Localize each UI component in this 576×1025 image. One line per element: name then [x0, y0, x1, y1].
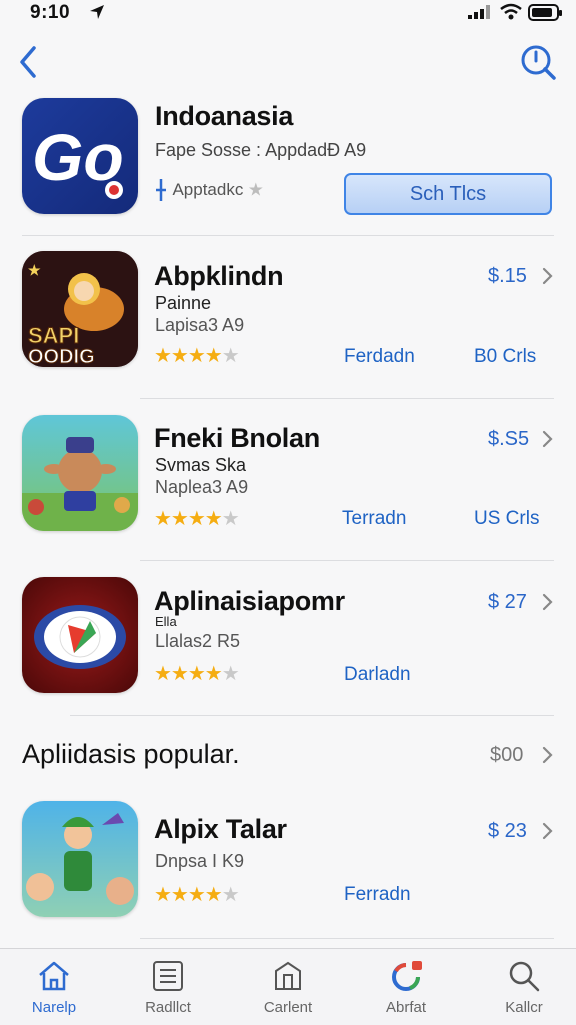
- goblin-character-icon: [22, 437, 138, 531]
- divider: [140, 398, 554, 399]
- chevron-left-icon: [20, 46, 36, 78]
- svg-text:SAPI: SAPI: [28, 323, 79, 348]
- game-character-icon: SAPI OODIG ★: [22, 251, 138, 367]
- app-meta: Lapisa3 A9: [155, 315, 245, 335]
- featured-app-icon: Go: [22, 98, 138, 214]
- star-rating: ★★★★★: [154, 508, 240, 530]
- app-price: $.S5: [488, 428, 530, 450]
- location-arrow-icon: [90, 5, 104, 19]
- chevron-right-icon: [542, 267, 553, 285]
- tab-radllct[interactable]: Radllct: [118, 949, 218, 1025]
- section-value: $00: [490, 744, 524, 766]
- star-rating: ★★★★★: [154, 345, 240, 367]
- app-title: Alpix Talar: [154, 814, 287, 844]
- developer-row: Apptadkc ★: [154, 177, 264, 203]
- app-subtitle: Ella: [155, 614, 177, 629]
- featured-app-subtitle: Fape Sosse : AppdadĐ A9: [155, 140, 367, 160]
- play-logo-icon: [34, 605, 126, 669]
- go-logo-icon: Go: [32, 120, 124, 199]
- tab-label: Radllct: [145, 999, 191, 1016]
- app-subtitle: Svmas Ska: [155, 455, 247, 475]
- download-link[interactable]: Ferdadn: [344, 346, 415, 368]
- navigation-bar: [0, 36, 576, 86]
- tab-label: Narelp: [31, 999, 77, 1016]
- home-icon: [39, 961, 69, 991]
- chevron-right-icon: [542, 746, 553, 764]
- app-meta: Naplea3 A9: [155, 477, 249, 497]
- star-icon: ★: [247, 179, 264, 200]
- star-rating: ★★★★★: [154, 663, 240, 685]
- chevron-right-icon: [542, 593, 553, 611]
- popular-app-icon: [22, 801, 138, 917]
- app-title: Aplinaisiapomr: [154, 586, 345, 616]
- get-button[interactable]: Sch Tlcs: [344, 173, 552, 215]
- app-icon-3: [22, 577, 138, 693]
- price-link[interactable]: B0 Crls: [474, 346, 536, 368]
- search-icon: [521, 45, 556, 80]
- status-time: 9:10: [30, 2, 71, 23]
- divider: [70, 715, 554, 716]
- app-price: $ 23: [488, 820, 527, 842]
- app-title: Fneki Bnolan: [154, 423, 320, 453]
- chevron-right-icon: [542, 430, 553, 448]
- chevron-right-icon: [542, 822, 553, 840]
- search-icon: [509, 961, 540, 992]
- section-title: Apliidasis popular.: [22, 739, 240, 769]
- tab-bar: Narelp Radllct Carlent Abrfat Kallcr: [0, 948, 576, 1025]
- featured-app-title: Indoanasia: [155, 101, 294, 131]
- tab-label: Kallcr: [505, 999, 543, 1016]
- tab-carlent[interactable]: Carlent: [238, 949, 338, 1025]
- tab-label: Abrfat: [385, 999, 427, 1016]
- tab-abrfat[interactable]: Abrfat: [356, 949, 456, 1025]
- app-price: $.15: [488, 265, 527, 287]
- tab-label: Carlent: [263, 999, 313, 1016]
- price-link[interactable]: US Crls: [474, 508, 539, 530]
- search-button[interactable]: [518, 42, 558, 82]
- list-icon: [153, 961, 183, 991]
- battery-icon: [528, 4, 562, 21]
- app-icon-2: [22, 415, 138, 531]
- app-subtitle: Painne: [155, 293, 212, 313]
- svg-text:★: ★: [28, 262, 41, 278]
- star-rating: ★★★★★: [154, 884, 240, 906]
- download-link[interactable]: Ferradn: [344, 884, 411, 906]
- download-link[interactable]: Terradn: [342, 508, 406, 530]
- app-store-icon: [156, 179, 166, 201]
- divider: [22, 235, 554, 236]
- layers-icon: [275, 961, 301, 990]
- featured-app-developer: Apptadkc: [172, 180, 244, 199]
- divider: [140, 560, 554, 561]
- character-group-icon: [26, 813, 134, 905]
- svg-text:OODIG: OODIG: [28, 346, 95, 367]
- app-icon-1: SAPI OODIG ★: [22, 251, 138, 367]
- download-link[interactable]: Darladn: [344, 664, 411, 686]
- tab-kallcr[interactable]: Kallcr: [474, 949, 574, 1025]
- back-button[interactable]: [14, 40, 44, 84]
- status-bar: 9:10: [0, 0, 576, 28]
- app-meta: Dnpsa I K9: [155, 851, 245, 871]
- apps-icon: [392, 961, 422, 991]
- app-meta: Llalas2 R5: [155, 631, 241, 651]
- wifi-icon: [500, 3, 522, 20]
- divider: [140, 938, 554, 939]
- app-price: $ 27: [488, 591, 527, 613]
- tab-narelp[interactable]: Narelp: [4, 949, 104, 1025]
- cellular-signal-icon: [468, 5, 490, 19]
- app-title: Abpklindn: [154, 261, 284, 291]
